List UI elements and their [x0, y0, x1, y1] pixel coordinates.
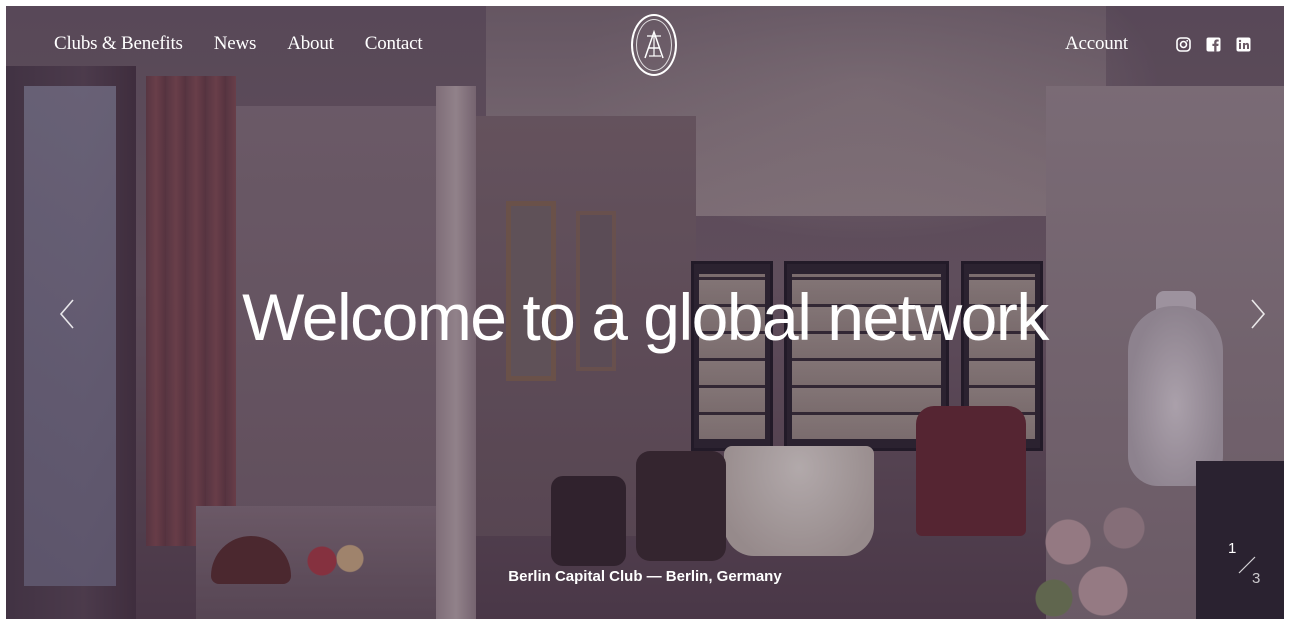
linkedin-icon[interactable]	[1235, 36, 1252, 53]
nav-contact[interactable]: Contact	[365, 33, 423, 55]
logo-monogram-mark	[636, 19, 672, 71]
account-link[interactable]: Account	[1065, 33, 1128, 55]
club-monogram-logo[interactable]	[631, 14, 677, 76]
slide-total-number: 3	[1252, 570, 1261, 587]
hero-headline: Welcome to a global network	[242, 280, 1049, 354]
chevron-left-icon[interactable]	[56, 297, 78, 331]
chevron-right-icon[interactable]	[1247, 297, 1269, 331]
facebook-icon[interactable]	[1205, 36, 1222, 53]
social-links	[1175, 36, 1252, 53]
main-navigation: Clubs & Benefits News About Contact	[54, 33, 423, 55]
monogram-glyph	[644, 29, 664, 59]
instagram-icon[interactable]	[1175, 36, 1192, 53]
nav-news[interactable]: News	[214, 33, 257, 55]
nav-about[interactable]: About	[287, 33, 334, 55]
nav-clubs-benefits[interactable]: Clubs & Benefits	[54, 33, 183, 55]
slide-caption: Berlin Capital Club — Berlin, Germany	[508, 568, 782, 585]
slide-counter: 1 3	[1222, 540, 1272, 595]
